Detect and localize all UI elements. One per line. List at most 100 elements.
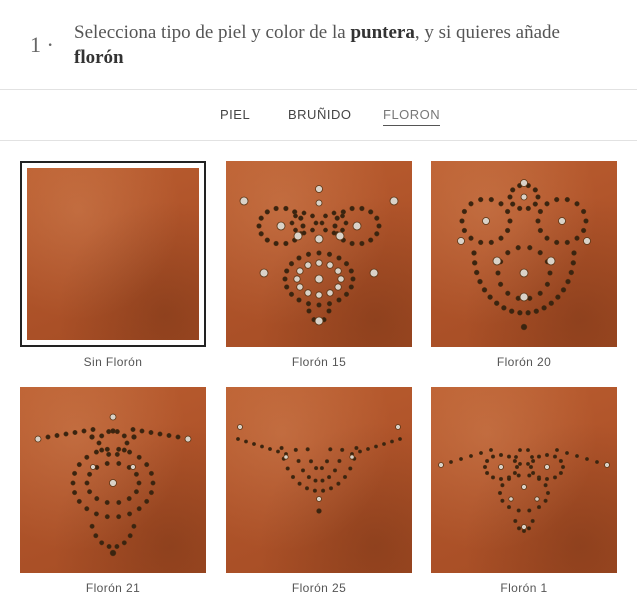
small-perforation (116, 446, 122, 452)
small-perforation (564, 239, 570, 246)
small-perforation (326, 251, 333, 257)
small-perforation (570, 260, 577, 266)
small-perforation (127, 511, 133, 517)
small-perforation (527, 508, 532, 513)
small-perforation (127, 533, 133, 539)
small-perforation (110, 428, 116, 434)
large-perforation (239, 196, 249, 206)
small-perforation (530, 518, 535, 524)
small-perforation (130, 427, 136, 433)
small-perforation (336, 297, 342, 303)
small-perforation (133, 489, 139, 495)
small-perforation (87, 489, 93, 495)
small-perforation (313, 465, 319, 471)
large-perforation (315, 185, 323, 193)
small-perforation (574, 201, 580, 207)
small-perforation (104, 446, 110, 452)
small-perforation (543, 498, 548, 503)
tab-brunido[interactable]: BRUÑIDO (288, 107, 351, 125)
step-header: 1 · Selecciona tipo de piel y color de l… (0, 0, 637, 90)
small-perforation (558, 458, 563, 464)
small-perforation (293, 447, 298, 452)
small-perforation (348, 284, 354, 290)
small-perforation (116, 460, 122, 466)
small-perforation (276, 449, 281, 454)
small-perforation (45, 434, 51, 440)
large-perforation (349, 454, 355, 460)
large-perforation (293, 275, 301, 283)
small-perforation (133, 471, 139, 477)
large-perforation (109, 413, 117, 421)
small-perforation (536, 454, 542, 459)
floron-option-1[interactable] (431, 387, 617, 573)
small-perforation (506, 454, 512, 459)
large-perforation (304, 261, 312, 269)
large-perforation (544, 464, 550, 470)
small-perforation (581, 227, 587, 234)
small-perforation (305, 447, 310, 452)
small-perforation (150, 480, 156, 486)
leather-swatch-image (27, 168, 199, 340)
floron-option-25[interactable] (226, 387, 412, 573)
large-perforation (296, 267, 304, 275)
small-perforation (544, 452, 550, 458)
perforation-pattern (438, 448, 610, 534)
small-perforation (93, 511, 99, 517)
small-perforation (292, 209, 298, 215)
small-perforation (530, 458, 536, 464)
leather-swatch-image (431, 161, 617, 347)
large-perforation (130, 464, 136, 470)
small-perforation (543, 483, 548, 488)
small-perforation (477, 278, 483, 285)
small-perforation (536, 504, 542, 510)
title-text-2: , y si quieres añade (414, 22, 560, 43)
small-perforation (136, 506, 142, 512)
large-perforation (482, 217, 490, 225)
floron-option-20[interactable] (431, 161, 617, 347)
small-perforation (500, 498, 505, 503)
large-perforation (326, 261, 334, 269)
large-perforation (315, 291, 323, 299)
small-perforation (72, 490, 78, 496)
large-perforation (334, 267, 342, 275)
floron-option-15[interactable] (226, 161, 412, 347)
small-perforation (144, 498, 150, 504)
small-perforation (81, 428, 87, 434)
small-perforation (89, 523, 95, 529)
floron-option-sin-floron[interactable] (20, 161, 206, 347)
small-perforation (449, 459, 454, 464)
small-perforation (547, 270, 553, 276)
large-perforation (546, 256, 556, 266)
small-perforation (300, 468, 306, 473)
small-perforation (515, 245, 521, 251)
small-perforation (260, 444, 265, 449)
large-perforation (296, 283, 304, 291)
step-number: 1 · (30, 32, 54, 57)
tab-piel[interactable]: PIEL (220, 107, 250, 125)
large-perforation (304, 289, 312, 297)
small-perforation (332, 223, 338, 229)
large-perforation (521, 484, 527, 490)
tab-floron[interactable]: FLORON (383, 107, 441, 126)
large-perforation (34, 435, 42, 443)
small-perforation (326, 474, 332, 480)
small-perforation (507, 218, 513, 224)
small-perforation (359, 205, 365, 212)
small-perforation (279, 445, 284, 451)
floron-option-21[interactable] (20, 387, 206, 573)
option-label: Florón 21 (85, 581, 141, 595)
small-perforation (565, 278, 571, 285)
small-perforation (114, 451, 120, 457)
small-perforation (474, 269, 480, 276)
small-perforation (96, 440, 102, 446)
small-perforation (94, 496, 100, 502)
small-perforation (368, 237, 374, 243)
small-perforation (148, 430, 154, 436)
small-perforation (306, 474, 311, 480)
option-label: Sin Florón (83, 355, 143, 369)
small-perforation (564, 450, 569, 455)
small-perforation (268, 447, 273, 452)
small-perforation (532, 201, 538, 207)
small-perforation (139, 428, 145, 434)
small-perforation (87, 471, 93, 477)
